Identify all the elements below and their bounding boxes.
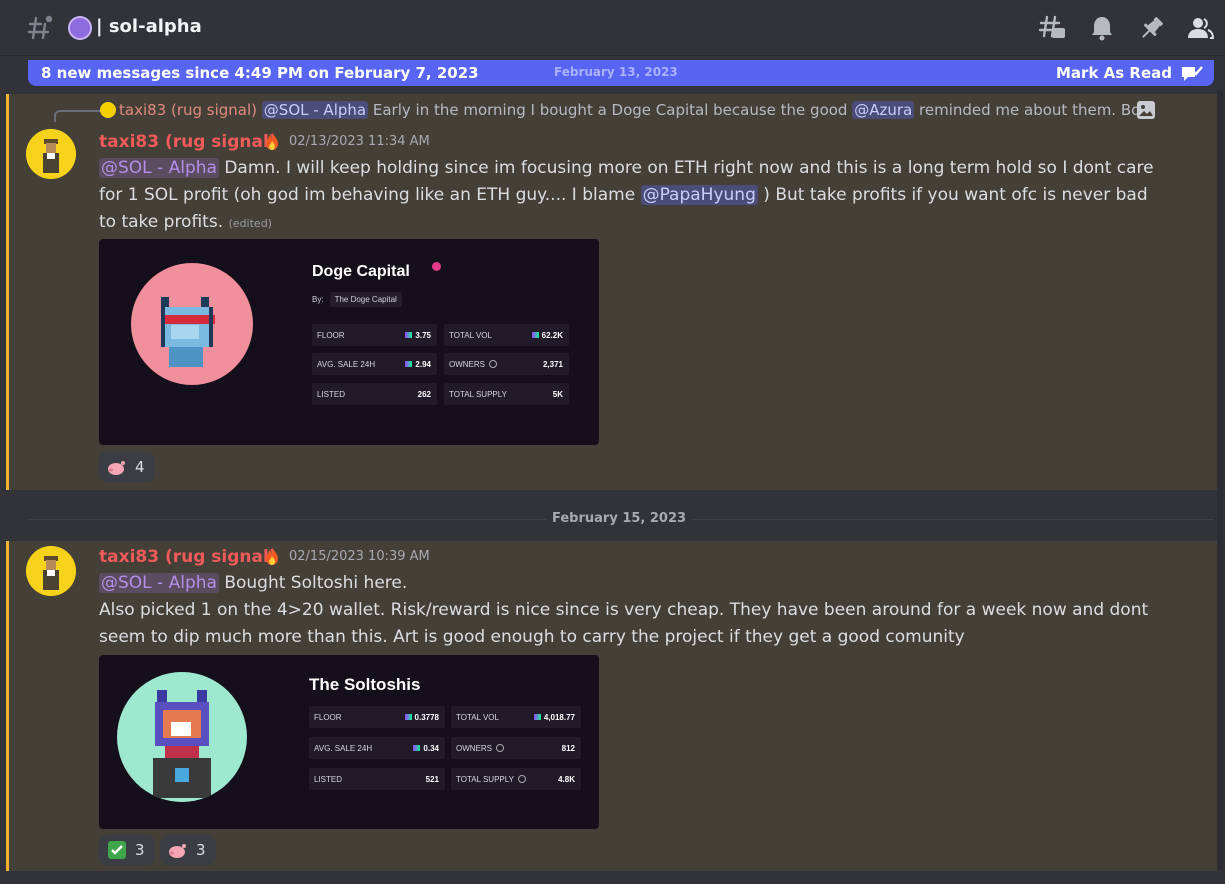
reaction-count: 3 (196, 841, 206, 859)
reply-text-a: Early in the morning I bought a Doge Cap… (372, 101, 848, 119)
pin-icon[interactable] (1138, 14, 1166, 42)
pig-emoji (169, 844, 186, 858)
nft-creator: By: The Doge Capital (312, 292, 402, 307)
reply-avatar (100, 102, 116, 118)
nft-title: The Soltoshis (309, 675, 421, 694)
author-name[interactable]: taxi83 (rug signal) (99, 131, 277, 153)
image-attachment-icon (1137, 101, 1155, 119)
sol-icon (405, 361, 413, 367)
reply-author[interactable]: taxi83 (rug signal) (119, 101, 257, 119)
reaction-pig[interactable]: 4 (99, 452, 155, 482)
bottom-edge (0, 872, 1225, 884)
message-timestamp: 02/13/2023 11:34 AM (289, 134, 430, 149)
date-divider-label: February 15, 2023 (546, 510, 693, 528)
reply-role-mention[interactable]: @SOL - Alpha (261, 101, 369, 119)
message-item[interactable]: taxi83 (rug signal) @SOL - Alpha Early i… (6, 94, 1217, 490)
by-label: By: (312, 295, 324, 304)
channel-header: | sol-alpha (0, 0, 1225, 56)
info-icon (517, 775, 526, 783)
stat-total-supply: TOTAL SUPPLY 4.8K (451, 768, 581, 790)
role-mention[interactable]: @SOL - Alpha (99, 573, 219, 593)
creator-name: The Doge Capital (329, 292, 402, 307)
bell-icon[interactable] (1088, 14, 1116, 42)
sol-icon (413, 745, 421, 751)
sol-icon (533, 714, 541, 720)
mark-read-icon[interactable] (1180, 62, 1204, 84)
stat-total-vol: TOTAL VOL 4,018.77 (451, 706, 581, 728)
nft-title: Doge Capital (312, 263, 410, 280)
channel-status-dot (68, 16, 92, 40)
pig-emoji (108, 461, 125, 475)
scrollbar[interactable] (1217, 90, 1223, 870)
mark-as-read-button[interactable]: Mark As Read (1056, 63, 1172, 83)
stat-listed: LISTED 521 (309, 768, 445, 790)
check-emoji (108, 841, 126, 859)
stat-total-vol: TOTAL VOL 62.2K (444, 324, 569, 346)
sol-icon (405, 332, 413, 338)
stat-owners: OWNERS 2,371 (444, 353, 569, 375)
new-messages-text: 8 new messages since 4:49 PM on February… (41, 64, 479, 82)
message-item[interactable]: taxi83 (rug signal) 02/15/2023 10:39 AM … (6, 541, 1217, 871)
reaction-check[interactable]: 3 (99, 835, 155, 865)
reply-user-mention[interactable]: @Azura (852, 101, 915, 119)
user-mention[interactable]: @PapaHyung (640, 185, 758, 205)
message-timestamp: 02/15/2023 10:39 AM (289, 549, 430, 564)
members-icon[interactable] (1186, 14, 1214, 42)
nft-image (131, 263, 253, 385)
message-text-2: Also picked 1 on the 4>20 wallet. Risk/r… (99, 600, 1149, 647)
reaction-count: 3 (135, 841, 145, 859)
sol-icon (531, 332, 539, 338)
reaction-pig[interactable]: 3 (160, 835, 216, 865)
sol-icon (404, 714, 412, 720)
nft-image (117, 672, 247, 802)
fire-emoji (266, 546, 278, 565)
message-text: Bought Soltoshi here. (224, 573, 408, 593)
threads-icon[interactable] (1038, 14, 1066, 42)
stat-listed: LISTED 262 (312, 383, 437, 405)
author-name[interactable]: taxi83 (rug signal) (99, 546, 277, 568)
message-content: @SOL - Alpha Bought Soltoshi here. Also … (99, 570, 1159, 651)
info-icon (489, 360, 497, 368)
author-avatar[interactable] (26, 546, 76, 596)
message-content: @SOL - Alpha Damn. I will keep holding s… (99, 155, 1159, 237)
reply-preview[interactable]: taxi83 (rug signal) @SOL - Alpha Early i… (100, 99, 1160, 121)
image-embed[interactable]: The Soltoshis FLOOR 0.3778 TOTAL VOL 4,0… (99, 655, 599, 829)
role-mention[interactable]: @SOL - Alpha (99, 158, 219, 178)
stat-owners: OWNERS 812 (451, 737, 581, 759)
stat-floor: FLOOR 0.3778 (309, 706, 445, 728)
reply-text-b: reminded me about them. Bo (919, 101, 1141, 119)
verified-badge (432, 262, 441, 271)
edited-label: (edited) (228, 217, 272, 230)
channel-hash-icon (27, 15, 53, 40)
info-icon (496, 744, 504, 752)
author-avatar[interactable] (26, 129, 76, 179)
new-messages-banner[interactable]: 8 new messages since 4:49 PM on February… (28, 60, 1214, 86)
stat-avg-sale: AVG. SALE 24H 0.34 (309, 737, 445, 759)
stat-avg-sale: AVG. SALE 24H 2.94 (312, 353, 437, 375)
banner-date-overlay: February 13, 2023 (554, 65, 678, 79)
fire-emoji (266, 131, 278, 150)
channel-name: | sol-alpha (96, 16, 202, 37)
stat-floor: FLOOR 3.75 (312, 324, 437, 346)
reply-connector (54, 110, 100, 122)
image-embed[interactable]: Doge Capital By: The Doge Capital FLOOR 3… (99, 239, 599, 445)
reaction-count: 4 (135, 458, 145, 476)
stat-total-supply: TOTAL SUPPLY 5K (444, 383, 569, 405)
